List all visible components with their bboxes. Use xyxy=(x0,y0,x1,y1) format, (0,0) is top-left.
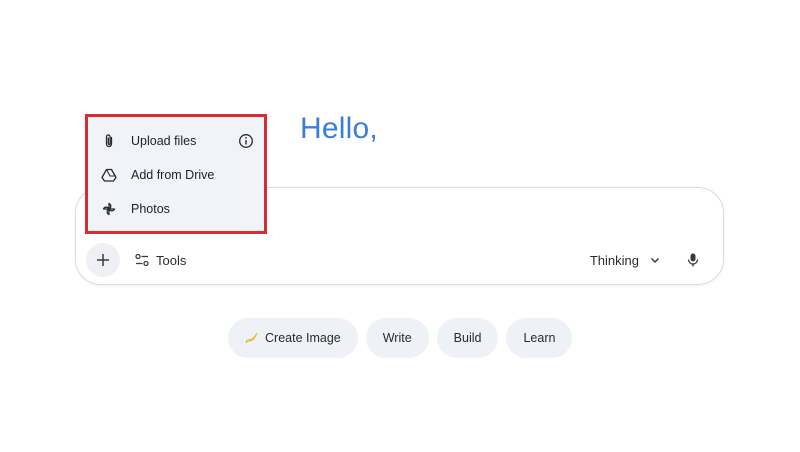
tools-label: Tools xyxy=(156,252,187,268)
chevron-down-icon xyxy=(650,257,660,264)
pinwheel-icon xyxy=(101,201,117,217)
add-attachment-button[interactable] xyxy=(86,243,120,277)
attachment-menu: Upload files Add from Drive Photos xyxy=(85,114,267,234)
microphone-button[interactable] xyxy=(681,248,705,272)
mode-selector[interactable]: Thinking xyxy=(590,246,661,274)
chip-label: Write xyxy=(382,331,412,345)
chip-label: Build xyxy=(453,331,482,345)
chip-label: Learn xyxy=(523,331,556,345)
menu-item-upload-files[interactable]: Upload files xyxy=(88,126,264,156)
banana-icon xyxy=(245,331,259,345)
greeting-text: Hello, xyxy=(300,112,378,145)
mic-icon xyxy=(687,253,699,267)
suggestion-chips: Create Image Write Build Learn xyxy=(228,318,573,358)
menu-item-label: Upload files xyxy=(131,134,197,148)
tools-button[interactable]: Tools xyxy=(134,246,186,274)
menu-item-photos[interactable]: Photos xyxy=(88,194,264,224)
menu-item-label: Photos xyxy=(131,202,170,216)
plus-icon xyxy=(97,254,109,266)
create-image-chip[interactable]: Create Image xyxy=(228,318,358,358)
menu-item-label: Add from Drive xyxy=(131,168,215,182)
paperclip-icon xyxy=(101,133,117,149)
build-chip[interactable]: Build xyxy=(436,318,499,358)
drive-icon xyxy=(101,167,117,183)
tools-sliders-icon xyxy=(135,253,149,267)
write-chip[interactable]: Write xyxy=(365,318,429,358)
learn-chip[interactable]: Learn xyxy=(506,318,573,358)
menu-item-add-from-drive[interactable]: Add from Drive xyxy=(88,160,264,190)
info-icon[interactable] xyxy=(238,133,254,149)
mode-label: Thinking xyxy=(589,252,639,268)
gemini-home: Hello, Tools Thinking Upload files Add f… xyxy=(0,0,800,452)
chip-label: Create Image xyxy=(265,331,341,345)
